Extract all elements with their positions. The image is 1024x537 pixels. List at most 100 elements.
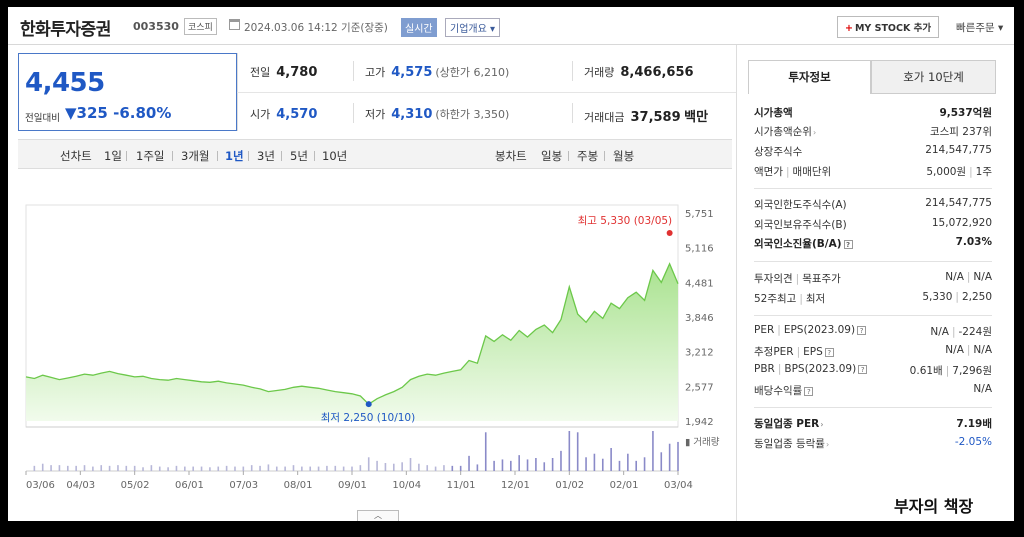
stock-header: 한화투자증권 003530 코스피 2024.03.06 14:12 기준(장중… bbox=[8, 7, 1014, 45]
row-label-text: 동일업종 PER bbox=[754, 418, 820, 430]
calendar-icon bbox=[229, 19, 240, 30]
row-value: 15,072,920 bbox=[931, 217, 992, 229]
par-value: 5,000원 bbox=[926, 166, 967, 178]
volume-bar bbox=[392, 463, 395, 471]
stock-name[interactable]: 한화투자증권 bbox=[20, 15, 111, 40]
divider: | bbox=[969, 166, 973, 178]
target-value: N/A bbox=[973, 271, 992, 283]
help-icon[interactable]: ? bbox=[843, 240, 853, 249]
volume-bar bbox=[576, 432, 579, 471]
stat-open: 시가 4,570 bbox=[250, 106, 317, 122]
volume-bar bbox=[58, 465, 61, 471]
stat-label: 저가 bbox=[365, 108, 386, 121]
collapse-button[interactable]: ︿ bbox=[357, 510, 399, 521]
volume-bar bbox=[426, 465, 429, 471]
divider: | bbox=[799, 293, 803, 305]
row-value: 코스피 237위 bbox=[929, 126, 992, 138]
volume-bar bbox=[108, 465, 111, 471]
chevron-right-icon[interactable]: › bbox=[826, 440, 829, 449]
volume-bar bbox=[518, 455, 520, 471]
row-foreign-limit: 외국인한도주식수(A) 214,547,775 bbox=[754, 197, 992, 213]
period-10y[interactable]: 10년 bbox=[322, 148, 347, 164]
volume-bar bbox=[326, 465, 328, 471]
company-info-label: 기업개요 bbox=[450, 24, 487, 35]
help-icon[interactable]: ? bbox=[858, 365, 868, 374]
volume-bar bbox=[560, 450, 562, 471]
opinion-label: 투자의견 bbox=[754, 273, 793, 285]
divider: | bbox=[796, 346, 801, 358]
y-tick-label: 1,942 bbox=[685, 417, 714, 428]
lower-limit: (하한가 3,350) bbox=[435, 108, 510, 121]
period-3y[interactable]: 3년 bbox=[257, 148, 275, 164]
x-tick-label: 05/02 bbox=[121, 480, 150, 491]
opinion-value: N/A bbox=[945, 271, 964, 283]
volume-bar bbox=[292, 465, 295, 471]
tab-investment-info[interactable]: 투자정보 bbox=[748, 60, 871, 94]
est-eps-value: N/A bbox=[973, 344, 992, 356]
period-1d[interactable]: 1일 bbox=[104, 148, 122, 164]
stat-label: 거래대금 bbox=[584, 111, 625, 124]
row-label: 추정PER | EPS? bbox=[754, 344, 834, 359]
divider: | bbox=[777, 324, 781, 336]
row-label-text: 외국인소진율(B/A) bbox=[754, 238, 842, 250]
period-1w[interactable]: 1주일 bbox=[136, 148, 164, 164]
volume-bar bbox=[618, 460, 621, 471]
row-label: 52주최고 | 최저 bbox=[754, 291, 825, 306]
realtime-button[interactable]: 실시간 bbox=[401, 18, 437, 37]
divider: | bbox=[785, 166, 790, 178]
company-info-dropdown[interactable]: 기업개요 ▾ bbox=[445, 18, 501, 37]
volume-bar bbox=[184, 466, 186, 471]
volume-bar bbox=[484, 432, 487, 471]
period-3m[interactable]: 3개월 bbox=[181, 148, 209, 164]
divider: | bbox=[777, 363, 782, 375]
period-1y[interactable]: 1년 bbox=[225, 148, 244, 164]
price-chart[interactable]: 5,751 5,116 4,481 3,846 3,212 2,577 1,942 최고 5,… bbox=[18, 177, 732, 497]
stat-low: 저가 4,310 (하한가 3,350) bbox=[365, 106, 509, 122]
help-icon[interactable]: ? bbox=[804, 387, 814, 396]
chevron-down-icon: ▾ bbox=[490, 24, 496, 35]
volume-bar bbox=[409, 458, 412, 471]
candle-daily[interactable]: 일봉 bbox=[541, 148, 562, 164]
divider: | bbox=[945, 365, 950, 377]
tab-orderbook[interactable]: 호가 10단계 bbox=[871, 60, 996, 94]
divider bbox=[754, 407, 992, 408]
divider bbox=[568, 151, 569, 161]
volume-bar bbox=[367, 457, 370, 471]
volume-bar bbox=[33, 465, 36, 471]
low-annotation: 최저 2,250 (10/10) bbox=[321, 412, 416, 424]
candle-weekly[interactable]: 주봉 bbox=[577, 148, 598, 164]
row-label[interactable]: 시가총액순위› bbox=[754, 124, 816, 139]
row-value: 7.03% bbox=[955, 236, 992, 248]
y-tick-label: 2,577 bbox=[685, 382, 714, 393]
row-label: 배당수익률? bbox=[754, 383, 814, 398]
chevron-up-icon: ︿ bbox=[374, 511, 382, 520]
volume-bar bbox=[601, 458, 604, 471]
volume-bar bbox=[627, 453, 629, 471]
x-tick-label: 03/04 bbox=[664, 480, 693, 491]
quick-order-button[interactable]: 빠른주문 ▾ bbox=[956, 20, 1003, 35]
row-par-unit: 액면가 | 매매단위 5,000원 | 1주 bbox=[754, 164, 992, 180]
volume-bar bbox=[267, 464, 270, 471]
eps-value: -224원 bbox=[958, 326, 993, 338]
volume-bar bbox=[301, 466, 303, 471]
est-per-value: N/A bbox=[945, 344, 964, 356]
row-dividend: 배당수익률? N/A bbox=[754, 383, 992, 399]
period-bar: 선차트 1일 1주일 3개월 1년 3년 5년 10년 봉차트 일봉 주봉 월봉 bbox=[18, 139, 732, 169]
candle-monthly[interactable]: 월봉 bbox=[613, 148, 634, 164]
chevron-right-icon[interactable]: › bbox=[820, 420, 823, 429]
period-5y[interactable]: 5년 bbox=[290, 148, 308, 164]
row-label: 외국인한도주식수(A) bbox=[754, 199, 847, 211]
help-icon[interactable]: ? bbox=[824, 348, 834, 357]
row-value: 5,330 | 2,250 bbox=[922, 291, 992, 303]
x-tick-label: 08/01 bbox=[284, 480, 313, 491]
row-52w: 52주최고 | 최저 5,330 | 2,250 bbox=[754, 291, 992, 307]
par-label: 액면가 bbox=[754, 166, 783, 178]
stat-value: 4,570 bbox=[276, 107, 318, 122]
help-icon[interactable]: ? bbox=[857, 326, 867, 335]
row-opinion: 투자의견 | 목표주가 N/A | N/A bbox=[754, 271, 992, 287]
price-change-pct: -6.80% bbox=[113, 104, 172, 122]
volume-bar bbox=[543, 462, 546, 471]
high-annotation: 최고 5,330 (03/05) bbox=[578, 215, 673, 227]
add-my-stock-button[interactable]: + MY STOCK 추가 bbox=[837, 16, 940, 38]
volume-bar bbox=[510, 460, 512, 471]
